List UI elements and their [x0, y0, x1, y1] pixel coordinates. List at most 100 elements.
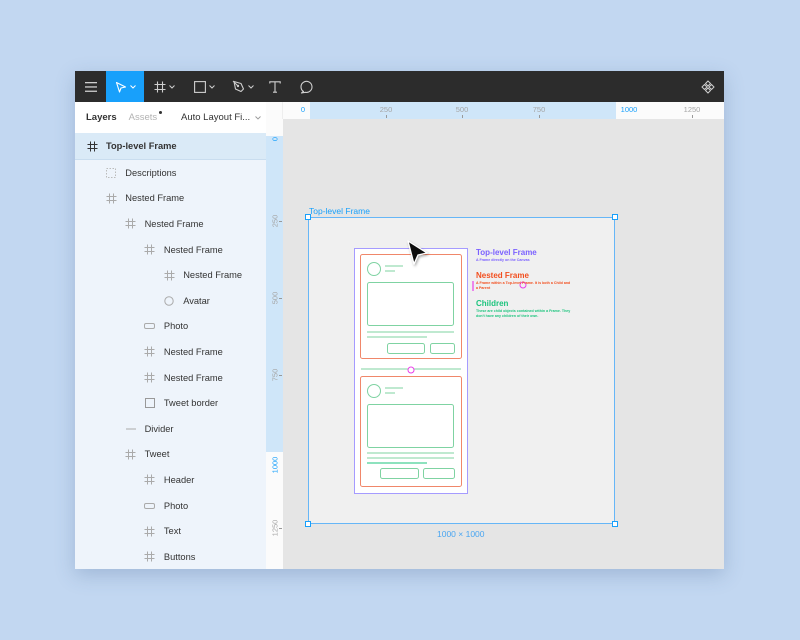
frame-name-label[interactable]: Top-level Frame [309, 206, 370, 216]
chevron-down-icon [129, 84, 136, 89]
page-selector[interactable]: Auto Layout Fi... [181, 102, 262, 133]
ruler-top-label: 1250 [683, 105, 701, 114]
rounded-rectangle-icon [144, 500, 156, 512]
hamburger-icon [84, 81, 97, 92]
rounded-rectangle-icon [144, 320, 156, 332]
layer-label: Buttons [163, 551, 196, 562]
main-menu-button[interactable] [75, 71, 106, 102]
cursor-arrow-icon [407, 240, 428, 265]
layer-row[interactable]: Tweet [75, 442, 266, 468]
layer-row[interactable]: Photo [75, 493, 266, 519]
frame-tool-button[interactable] [147, 71, 181, 102]
rectangle-icon [144, 397, 156, 409]
layer-label: Tweet [144, 449, 170, 460]
layer-label: Photo [163, 500, 189, 511]
ruler-left: 0 250 500 750 1000 1250 [266, 119, 283, 569]
top-level-frame[interactable]: Top-level Frame A Frame directly on the … [308, 217, 615, 524]
ruler-top-label: 250 [379, 105, 393, 114]
resize-handle-bottom-right[interactable] [612, 521, 618, 527]
assets-indicator-dot [159, 111, 163, 114]
description-title: Top-level Frame [476, 248, 537, 257]
toolbar [75, 71, 724, 102]
components-button[interactable] [695, 71, 721, 102]
chevron-down-icon [255, 115, 262, 120]
chevron-down-icon [208, 84, 215, 89]
description-body: These are child objects contained within… [476, 309, 571, 318]
layer-row[interactable]: Buttons [75, 544, 266, 569]
layer-label: Nested Frame [163, 372, 223, 383]
ruler-tick [462, 115, 463, 118]
move-tool-button[interactable] [106, 71, 144, 102]
ruler-tick [279, 298, 282, 299]
layers-panel: Layers Assets Auto Layout Fi... Top-leve… [75, 102, 266, 569]
text-tool-button[interactable] [264, 71, 286, 102]
ruler-corner [266, 102, 283, 119]
layer-label: Descriptions [125, 167, 177, 178]
ruler-tick [386, 115, 387, 118]
frame-icon [125, 218, 137, 230]
resize-handle-top-right[interactable] [612, 214, 618, 220]
tab-layers[interactable]: Layers [86, 112, 117, 123]
layer-row[interactable]: Top-level Frame [75, 133, 266, 160]
layer-label: Nested Frame [163, 346, 223, 357]
frame-icon [144, 346, 156, 358]
layer-row[interactable]: Nested Frame [75, 211, 266, 237]
ruler-top: 0 250 500 750 1000 1250 [266, 102, 724, 119]
pen-tool-button[interactable] [226, 71, 260, 102]
ruler-top-label: 0 [300, 105, 306, 114]
layer-label: Header [163, 474, 195, 485]
panel-tabs: Layers Assets Auto Layout Fi... [75, 102, 266, 133]
layer-row[interactable]: Descriptions [75, 160, 266, 186]
ellipse-icon [163, 295, 175, 307]
layer-label: Nested Frame [144, 218, 204, 229]
frame-icon [144, 551, 156, 563]
description-title: Children [476, 299, 509, 308]
layer-row[interactable]: Divider [75, 416, 266, 442]
frame-icon [144, 244, 156, 256]
ruler-top-label: 1000 [620, 105, 638, 114]
divider-marker [407, 366, 415, 374]
rectangle-icon [193, 80, 206, 93]
ruler-tick [279, 221, 282, 222]
frame-icon [154, 81, 165, 92]
ruler-tick [692, 115, 693, 118]
text-icon [269, 80, 281, 93]
resize-handle-bottom-left[interactable] [305, 521, 311, 527]
layer-label: Tweet border [163, 398, 219, 409]
layer-row[interactable]: Tweet border [75, 390, 266, 416]
layer-row[interactable]: Avatar [75, 288, 266, 314]
comment-tool-button[interactable] [295, 71, 319, 102]
layer-row[interactable]: Nested Frame [75, 339, 266, 365]
frame-icon [144, 474, 156, 486]
tab-assets-label: Assets [128, 112, 158, 123]
ruler-left-label: 1000 [270, 456, 280, 474]
ruler-top-label: 500 [455, 105, 469, 114]
ruler-tick [279, 528, 282, 529]
layer-label: Photo [163, 321, 189, 332]
layer-label: Avatar [183, 295, 210, 306]
layer-row[interactable]: Photo [75, 314, 266, 340]
ruler-left-label: 0 [270, 136, 280, 142]
layer-row[interactable]: Text [75, 518, 266, 544]
figma-window: Layers Assets Auto Layout Fi... Top-leve… [75, 71, 724, 569]
shape-tool-button[interactable] [187, 71, 221, 102]
description-top-level: Top-level Frame A Frame directly on the … [476, 248, 576, 263]
tab-assets[interactable]: Assets [128, 111, 163, 123]
ruler-tick [539, 115, 540, 118]
layer-row[interactable]: Nested Frame [75, 365, 266, 391]
description-nested: Nested Frame A Frame within a Top-level … [476, 271, 571, 291]
chevron-down-icon [248, 84, 254, 89]
frame-icon [105, 192, 117, 204]
line-icon [125, 423, 137, 435]
layer-row[interactable]: Nested Frame [75, 262, 266, 288]
layer-list: Top-level Frame Descriptions Nested Frame N… [75, 133, 266, 569]
layer-row[interactable]: Nested Frame [75, 186, 266, 212]
layer-row[interactable]: Header [75, 467, 266, 493]
frame-icon [125, 448, 137, 460]
frame-artwork [354, 248, 527, 494]
layer-row[interactable]: Nested Frame [75, 237, 266, 263]
resize-handle-top-left[interactable] [305, 214, 311, 220]
pen-icon [232, 80, 245, 93]
components-icon [701, 79, 715, 94]
description-body: A Frame within a Top-level Frame. It is … [476, 281, 571, 290]
